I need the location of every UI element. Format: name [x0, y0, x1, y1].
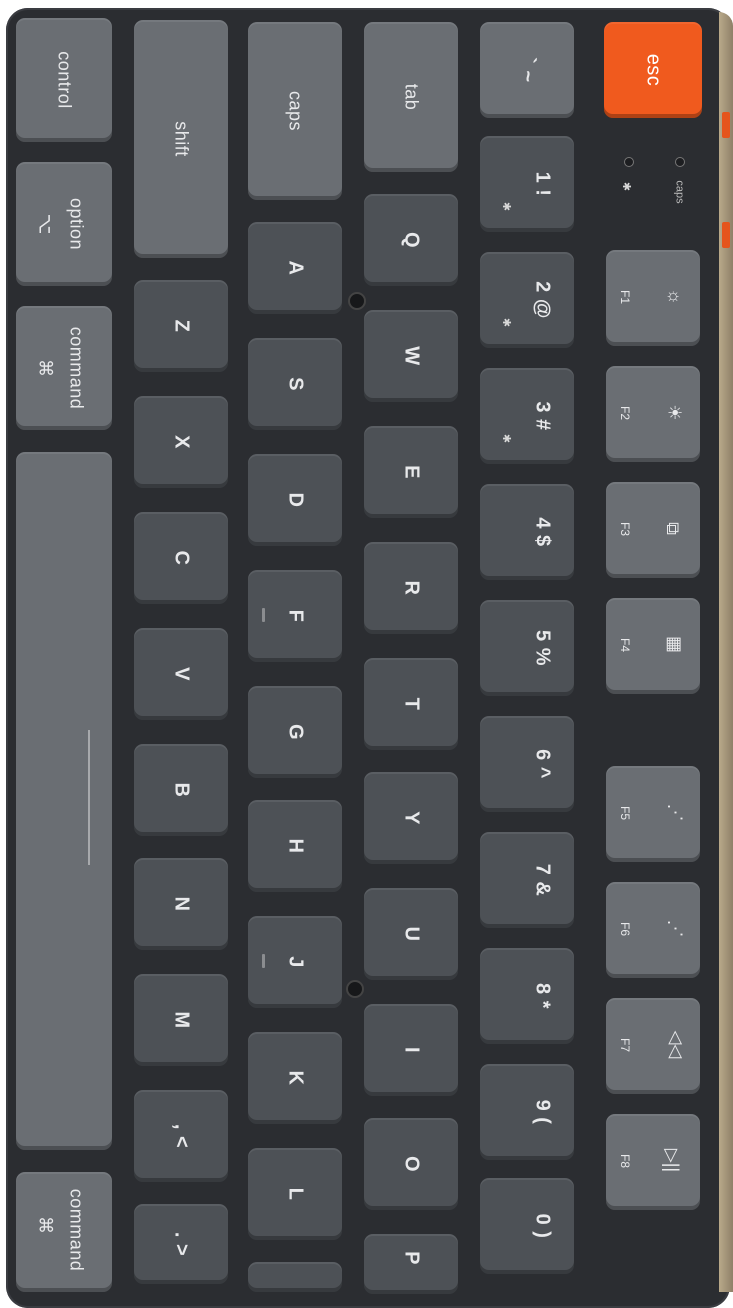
key-option[interactable]: option ⌥	[16, 162, 112, 286]
key-5[interactable]: 5 %	[480, 600, 574, 696]
mission-control-icon: ⧉	[662, 522, 683, 535]
caps-led	[675, 157, 685, 167]
key-period[interactable]: . >	[134, 1204, 228, 1284]
key-shift-left[interactable]: shift	[134, 20, 228, 258]
key-control[interactable]: control	[16, 18, 112, 142]
bluetooth-icon: ✱	[620, 181, 633, 192]
key-9[interactable]: 9 (	[480, 1064, 574, 1160]
key-comma[interactable]: , <	[134, 1090, 228, 1182]
key-w[interactable]: W	[364, 310, 458, 402]
key-f6[interactable]: F6 ⋰	[606, 882, 700, 978]
key-f7[interactable]: F7 ◁◁	[606, 998, 700, 1094]
home-row-bump	[262, 608, 265, 622]
command-icon: ⌘	[35, 1215, 56, 1234]
key-l[interactable]: L	[248, 1148, 342, 1240]
home-row-bump	[262, 954, 265, 968]
key-i[interactable]: I	[364, 1004, 458, 1096]
brightness-up-icon: ☀	[664, 404, 685, 421]
option-icon: ⌥	[35, 213, 56, 235]
bluetooth-icon: ✱	[500, 433, 513, 444]
key-command-left[interactable]: command ⌘	[16, 306, 112, 430]
key-n[interactable]: N	[134, 858, 228, 950]
command-icon: ⌘	[35, 359, 56, 377]
key-j[interactable]: J	[248, 916, 342, 1008]
key-b[interactable]: B	[134, 744, 228, 836]
key-f3[interactable]: F3 ⧉	[606, 482, 700, 578]
bluetooth-icon: ✱	[500, 201, 513, 212]
key-8[interactable]: 8 *	[480, 948, 574, 1044]
key-2[interactable]: 2 @ ✱	[480, 252, 574, 348]
key-p[interactable]: P	[364, 1234, 458, 1294]
key-g[interactable]: G	[248, 686, 342, 778]
side-switch	[722, 222, 730, 248]
key-f2[interactable]: F2 ☀	[606, 366, 700, 462]
key-f4[interactable]: F4 ▦	[606, 598, 700, 694]
caps-led-label: caps	[673, 180, 686, 204]
key-command-right[interactable]: command ⌘	[16, 1172, 112, 1292]
key-r[interactable]: R	[364, 542, 458, 634]
key-f[interactable]: F	[248, 570, 342, 662]
key-o[interactable]: O	[364, 1118, 458, 1210]
bluetooth-icon: ✱	[500, 317, 513, 328]
key-h[interactable]: H	[248, 800, 342, 892]
backlight-down-icon: ⋰	[665, 803, 686, 822]
key-c[interactable]: C	[134, 512, 228, 604]
key-t[interactable]: T	[364, 658, 458, 750]
key-f1[interactable]: F1 ☼	[606, 250, 700, 346]
key-d[interactable]: D	[248, 454, 342, 546]
key-v[interactable]: V	[134, 628, 228, 720]
key-f8[interactable]: F8 ▷||	[606, 1114, 700, 1210]
key-caps[interactable]: caps	[248, 22, 342, 200]
key-f5[interactable]: F5 ⋰	[606, 766, 700, 862]
key-grave[interactable]: ` ~	[480, 22, 574, 118]
key-k[interactable]: K	[248, 1032, 342, 1124]
side-switch	[722, 112, 730, 138]
key-z[interactable]: Z	[134, 280, 228, 372]
key-y[interactable]: Y	[364, 772, 458, 864]
key-e[interactable]: E	[364, 426, 458, 518]
key-semicolon[interactable]	[248, 1262, 342, 1292]
key-q[interactable]: Q	[364, 194, 458, 286]
key-tab[interactable]: tab	[364, 22, 458, 172]
key-0[interactable]: 0 )	[480, 1178, 574, 1274]
launchpad-icon: ▦	[665, 635, 686, 654]
bluetooth-led	[624, 157, 634, 167]
key-4[interactable]: 4 $	[480, 484, 574, 580]
key-space[interactable]	[16, 452, 112, 1150]
key-m[interactable]: M	[134, 974, 228, 1066]
play-pause-icon: ▷||	[662, 1148, 683, 1173]
brightness-down-icon: ☼	[664, 288, 685, 305]
keyboard-side-edge	[719, 12, 733, 1292]
key-3[interactable]: 3 # ✱	[480, 368, 574, 464]
plate-screw	[346, 980, 364, 998]
key-6[interactable]: 6 ^	[480, 716, 574, 812]
backlight-up-icon: ⋰	[665, 919, 686, 938]
key-esc[interactable]: esc	[604, 22, 702, 118]
key-u[interactable]: U	[364, 888, 458, 980]
plate-screw	[348, 292, 366, 310]
spacebar-bar	[88, 730, 90, 865]
key-7[interactable]: 7 &	[480, 832, 574, 928]
rewind-icon: ◁◁	[666, 1030, 687, 1059]
key-x[interactable]: X	[134, 396, 228, 488]
key-s[interactable]: S	[248, 338, 342, 430]
key-1[interactable]: 1 ! ✱	[480, 136, 574, 232]
key-a[interactable]: A	[248, 222, 342, 314]
